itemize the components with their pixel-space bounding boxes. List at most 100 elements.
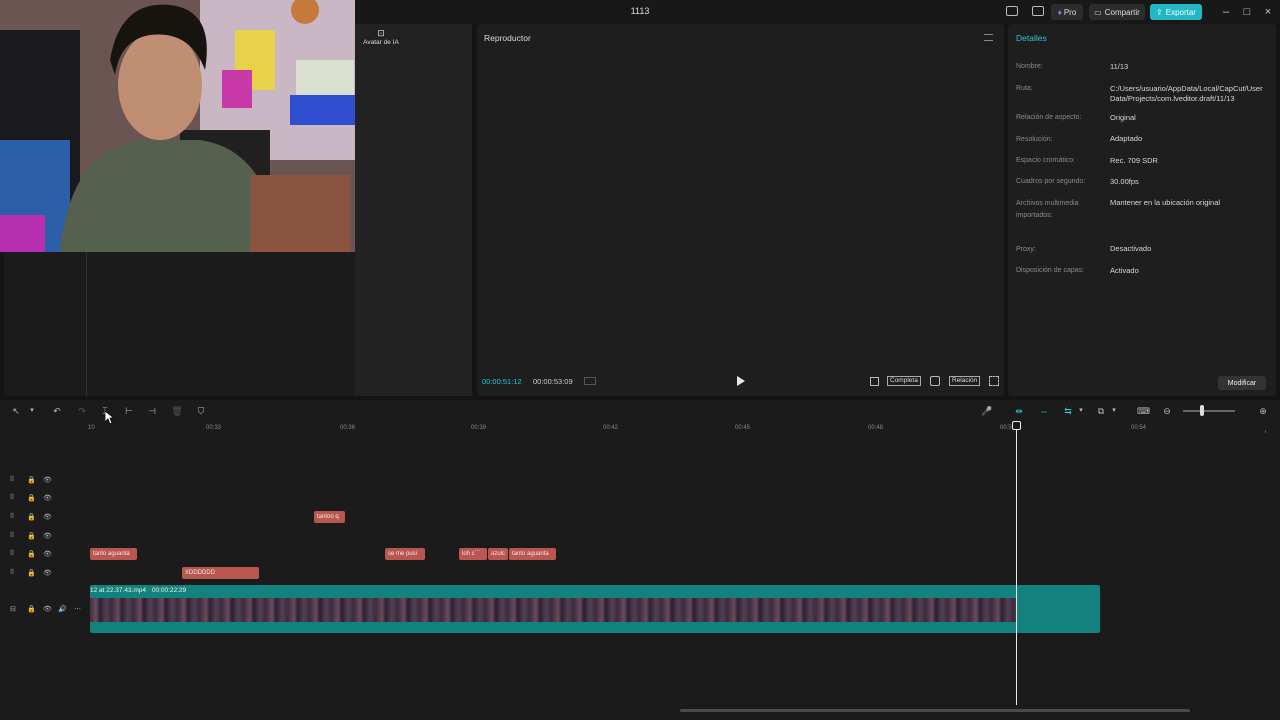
auto-snap-icon[interactable]: ⇔ <box>1038 405 1050 417</box>
detail-value-name: 11/13 <box>1110 62 1129 71</box>
detail-label-name: Nombre: <box>1016 63 1043 70</box>
tick-label: 00:42 <box>603 425 619 431</box>
tick-label: 00:39 <box>471 425 487 431</box>
pro-label: Pro <box>1063 7 1077 17</box>
share-button[interactable]: ▭ Compartir <box>1089 4 1145 20</box>
link-dropdown-icon[interactable]: ▾ <box>1075 405 1087 417</box>
detail-value-fps: 30.00fps <box>1110 177 1139 186</box>
media-divider <box>86 252 87 396</box>
pro-button[interactable]: ♦ Pro <box>1051 4 1083 20</box>
share-label: Compartir <box>1104 7 1140 17</box>
timecode-grid-icon[interactable] <box>584 377 596 385</box>
text-clip[interactable]: XDDDDDD <box>182 567 259 579</box>
tick-label: 00:54 <box>1131 425 1147 431</box>
video-thumbnails <box>90 598 1016 622</box>
preview-dropdown-icon[interactable]: ▾ <box>1108 405 1120 417</box>
playhead-handle[interactable] <box>1012 421 1021 430</box>
modify-button[interactable]: Modificar <box>1218 376 1266 390</box>
select-dropdown-icon[interactable]: ▾ <box>26 405 38 417</box>
player-title: Reproductor <box>484 33 531 43</box>
detail-label-resolution: Resolución: <box>1016 136 1053 143</box>
keyboard-icon[interactable] <box>1032 6 1044 16</box>
video-track-controls[interactable]: ⊟ 🔒 👁 🔊 ⋯ <box>10 605 81 615</box>
horizontal-scrollbar[interactable] <box>680 709 1190 712</box>
tick-mark <box>1265 430 1266 433</box>
details-title: Detalles <box>1016 33 1047 43</box>
ratio-button[interactable]: Relación <box>949 376 981 386</box>
video-clip-duration: 00:00:22:29 <box>151 587 187 594</box>
ai-avatar-tab[interactable]: ⊡ Avatar de IA <box>358 28 404 52</box>
crop-icon[interactable] <box>870 377 879 386</box>
zoom-slider-knob[interactable] <box>1200 405 1204 416</box>
detail-label-proxy: Proxy: <box>1016 246 1036 253</box>
time-ruler[interactable] <box>88 420 1280 434</box>
export-label: Exportar <box>1165 7 1196 17</box>
detail-label-path: Ruta: <box>1016 85 1033 92</box>
detail-label-fps: Cuadros por segundo: <box>1016 178 1086 185</box>
timeline-panel <box>0 400 1280 720</box>
video-clip-label: 12 at 22.37.43.mp4 00:00:22:29 <box>90 587 186 594</box>
video-clip-name: 12 at 22.37.43.mp4 <box>90 587 147 594</box>
zoom-out-icon[interactable]: ⊖ <box>1161 405 1173 417</box>
split-left-icon[interactable]: ⊢ <box>123 405 135 417</box>
text-clip[interactable]: se me pusi <box>385 548 425 560</box>
main-track-magnet-icon[interactable]: ⇹ <box>1013 405 1025 417</box>
undo-icon[interactable]: ↶ <box>51 405 63 417</box>
track-controls[interactable]: ⌷ 🔒 👁 <box>10 532 80 542</box>
detail-value-colorspace: Rec. 709 SDR <box>1110 156 1158 165</box>
track-controls[interactable]: ⌷ 🔒 👁 <box>10 550 80 560</box>
screenshot-icon[interactable] <box>930 376 940 386</box>
current-time: 00:00:51:12 <box>482 377 522 386</box>
tick-label: 00:45 <box>735 425 751 431</box>
close-icon[interactable]: × <box>1260 4 1276 20</box>
webcam-image <box>0 0 355 252</box>
link-icon[interactable]: ⇆ <box>1062 405 1074 417</box>
play-icon[interactable] <box>736 376 746 386</box>
detail-value-layers: Activado <box>1110 266 1139 275</box>
playhead[interactable] <box>1016 421 1017 705</box>
detail-value-path: C:/Users/usuario/AppData/Local/CapCut/Us… <box>1110 84 1263 103</box>
shield-icon[interactable]: ⛉ <box>195 405 207 417</box>
text-clip[interactable]: tanto aguanta <box>90 548 137 560</box>
detail-value-resolution: Adaptado <box>1110 134 1143 143</box>
text-clip[interactable]: tantoo q <box>314 511 345 523</box>
menu-icon[interactable] <box>984 34 993 41</box>
tick-label: 00:33 <box>206 425 222 431</box>
tick-label: 10 <box>88 425 95 431</box>
detail-value-media-files: Mantener en la ubicación original <box>1110 198 1221 207</box>
zoom-slider[interactable] <box>1183 410 1235 412</box>
upload-icon: ⇪ <box>1156 7 1163 17</box>
zoom-in-icon[interactable]: ⊕ <box>1257 405 1269 417</box>
minimize-icon[interactable]: – <box>1218 4 1234 20</box>
text-clip[interactable]: loh c´´´ <box>459 548 487 560</box>
split-right-icon[interactable]: ⊣ <box>146 405 158 417</box>
fullscreen-icon[interactable] <box>989 376 999 386</box>
total-time: 00:00:53:09 <box>533 377 573 386</box>
select-tool-icon[interactable]: ↖ <box>10 405 22 417</box>
tick-label: 00:36 <box>340 425 356 431</box>
full-quality-button[interactable]: Completa <box>887 376 921 386</box>
media-side-panel <box>355 24 472 396</box>
share-icon: ▭ <box>1094 7 1102 17</box>
preview-axis-icon[interactable]: ⧉ <box>1095 405 1107 417</box>
player-panel <box>477 24 1004 396</box>
detail-label-media-files: Archivos multimedia importados: <box>1016 200 1079 219</box>
maximize-icon[interactable]: □ <box>1239 4 1255 20</box>
track-controls[interactable]: ⌷ 🔒 👁 <box>10 569 80 579</box>
microphone-icon[interactable]: 🎤 <box>981 405 993 417</box>
export-button[interactable]: ⇪ Exportar <box>1150 4 1202 20</box>
track-controls[interactable]: ⌷ 🔒 👁 <box>10 513 80 523</box>
detail-label-aspect: Relación de aspecto: <box>1016 114 1082 121</box>
text-clip[interactable]: tanto aguanta <box>509 548 556 560</box>
caption-icon[interactable]: ⌨ <box>1137 405 1150 417</box>
delete-icon[interactable]: 🗑 <box>171 405 183 417</box>
detail-label-layers: Disposición de capas: <box>1016 267 1085 274</box>
detail-label-colorspace: Espacio cromático: <box>1016 157 1076 164</box>
mouse-cursor-icon <box>105 411 114 425</box>
text-clip[interactable]: azulc <box>488 548 508 560</box>
layout-icon[interactable] <box>1006 6 1018 16</box>
redo-icon[interactable]: ↷ <box>76 405 88 417</box>
track-controls[interactable]: ⌷ 🔒 👁 <box>10 476 80 486</box>
track-controls[interactable]: ⌷ 🔒 👁 <box>10 494 80 504</box>
diamond-icon: ♦ <box>1057 7 1062 17</box>
